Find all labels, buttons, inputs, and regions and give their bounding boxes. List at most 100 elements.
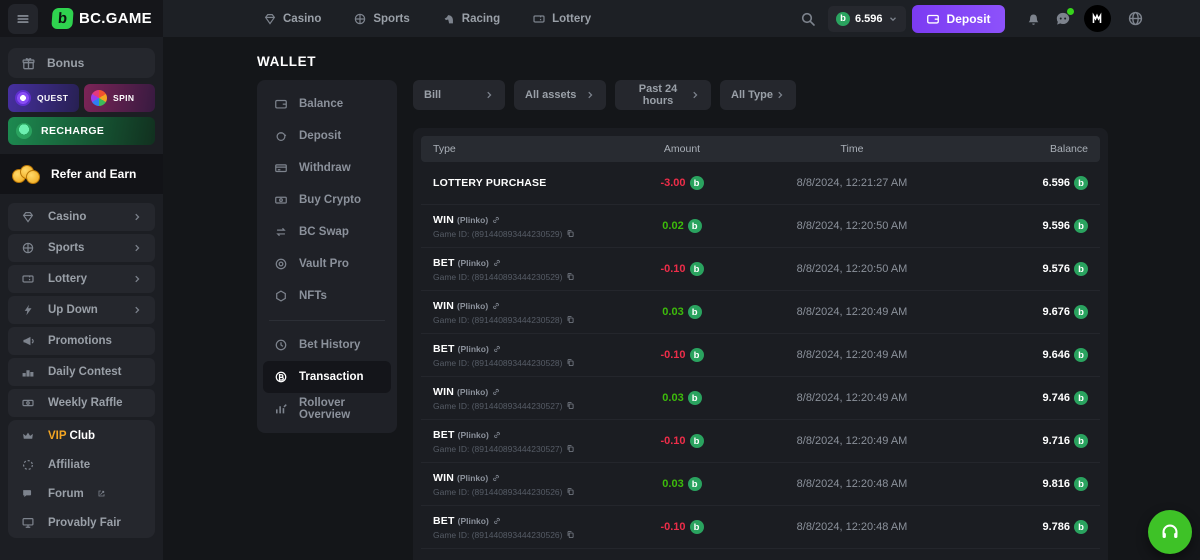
copy-icon[interactable] [566,272,575,281]
link-icon[interactable] [492,258,502,268]
sidebar-item-provably-fair[interactable]: Provably Fair [8,508,155,537]
sidebar-item-label: Casino [48,211,86,223]
link-icon[interactable] [491,387,501,397]
link-icon[interactable] [492,516,502,526]
link-icon[interactable] [491,473,501,483]
copy-icon[interactable] [566,487,575,496]
hamburger-menu-button[interactable] [8,4,38,34]
casino-icon [21,210,35,224]
bc-coin-icon: b [1074,477,1088,491]
bc-coin-icon: b [1074,391,1088,405]
sidebar-item-sports[interactable]: Sports [8,234,155,262]
support-button[interactable] [1148,510,1192,554]
bcgame-logo[interactable]: b BC.GAME [52,8,152,29]
sidebar-item-vip-club[interactable]: VIP Club [8,421,155,450]
filter-label: All assets [525,89,576,101]
sidebar-item-weekly-raffle[interactable]: Weekly Raffle [8,389,155,417]
spin-button[interactable]: SPIN [84,84,155,112]
transactions-table: TypeAmountTimeBalance LOTTERY PURCHASE-3… [413,128,1108,560]
amount-cell: -0.10b [660,262,703,276]
wallet-nav-rollover-overview[interactable]: Rollover Overview [263,393,391,425]
game-name: (Plinko) [458,516,489,526]
link-icon[interactable] [492,344,502,354]
bc-coin-icon: b [688,219,702,233]
copy-icon[interactable] [566,444,575,453]
sidebar-item-label: VIP Club [48,430,95,442]
refer-and-earn-banner[interactable]: Refer and Earn [0,154,163,194]
lottery-icon [21,272,35,286]
bc-coin-icon: b [690,348,704,362]
chevron-right-icon [690,90,700,100]
bc-coin-icon: b [1074,348,1088,362]
copy-icon[interactable] [566,229,575,238]
link-icon[interactable] [492,430,502,440]
header-nav-racing[interactable]: Racing [442,12,500,26]
user-avatar[interactable] [1084,5,1111,32]
sidebar-item-promotions[interactable]: Promotions [8,327,155,355]
clock-icon [274,338,288,352]
wallet-nav-nfts[interactable]: NFTs [263,280,391,312]
bc-coin-icon: b [690,520,704,534]
sidebar-item-forum[interactable]: Forum [8,479,155,508]
game-name: (Plinko) [457,387,488,397]
balance-dropdown[interactable]: b 6.596 [828,6,906,32]
crown-icon [21,429,35,443]
wallet-nav-balance[interactable]: Balance [263,88,391,120]
copy-icon[interactable] [566,315,575,324]
link-icon[interactable] [491,301,501,311]
sidebar-item-lottery[interactable]: Lottery [8,265,155,293]
wallet-nav-buy-crypto[interactable]: Buy Crypto [263,184,391,216]
wallet-nav-withdraw[interactable]: Withdraw [263,152,391,184]
table-row: BET(Plinko)Game ID: (891440893444230527)… [421,420,1100,463]
transaction-type: WIN [433,472,454,484]
amount-cell: -0.10b [660,434,703,448]
bc-coin-icon: b [688,305,702,319]
wallet-nav-deposit[interactable]: Deposit [263,120,391,152]
column-header-amount: Amount [664,143,700,155]
wallet-nav-bc-swap[interactable]: BC Swap [263,216,391,248]
header-nav-lottery[interactable]: Lottery [532,12,591,26]
copy-icon[interactable] [566,401,575,410]
amount-cell: 0.03b [662,477,701,491]
sidebar-item-affiliate[interactable]: Affiliate [8,450,155,479]
deposit-button[interactable]: Deposit [912,5,1005,33]
sidebar-item-daily-contest[interactable]: Daily Contest [8,358,155,386]
bc-coin-icon: b [688,391,702,405]
chevron-right-icon [585,90,595,100]
header-left: b BC.GAME [8,0,152,37]
table-row: LOTTERY PURCHASE-3.00b8/8/2024, 12:21:27… [421,162,1100,205]
balance-value: 9.646 [1042,349,1070,361]
sidebar-item-casino[interactable]: Casino [8,203,155,231]
sidebar-item-up-down[interactable]: Up Down [8,296,155,324]
wallet-nav-label: BC Swap [299,226,349,238]
filter-bill[interactable]: Bill [413,80,505,110]
time-cell: 8/8/2024, 12:20:50 AM [797,263,908,275]
filter-past-24-hours[interactable]: Past 24 hours [615,80,711,110]
copy-icon[interactable] [566,530,575,539]
column-header-time: Time [841,143,864,155]
page-title: WALLET [257,54,316,69]
header-nav-sports[interactable]: Sports [353,12,409,26]
language-globe-icon[interactable] [1127,10,1144,27]
nft-icon [274,289,288,303]
filter-all-assets[interactable]: All assets [514,80,606,110]
time-cell: 8/8/2024, 12:20:49 AM [797,435,908,447]
wallet-nav-transaction[interactable]: Transaction [263,361,391,393]
recharge-button[interactable]: RECHARGE [8,117,155,145]
balance-cell: 9.596b [1042,219,1100,233]
notifications-bell-icon[interactable] [1025,10,1042,27]
search-icon[interactable] [800,11,816,27]
header-nav-casino[interactable]: Casino [263,12,321,26]
quest-spin-row: QUEST SPIN [8,84,155,112]
copy-icon[interactable] [566,358,575,367]
sidebar-menu: Casino Sports Lottery Up Down Promotions Dail… [8,203,155,538]
bc-coin-icon: b [1074,262,1088,276]
link-icon[interactable] [491,215,501,225]
sidebar-item-bonus[interactable]: Bonus [8,48,155,78]
wallet-nav-panel: BalanceDepositWithdrawBuy Crypto BC Swap V… [257,80,397,433]
wallet-nav-bet-history[interactable]: Bet History [263,329,391,361]
quest-button[interactable]: QUEST [8,84,79,112]
wallet-nav-vault-pro[interactable]: Vault Pro [263,248,391,280]
chat-icon[interactable] [1054,10,1072,28]
filter-all-type[interactable]: All Type [720,80,796,110]
